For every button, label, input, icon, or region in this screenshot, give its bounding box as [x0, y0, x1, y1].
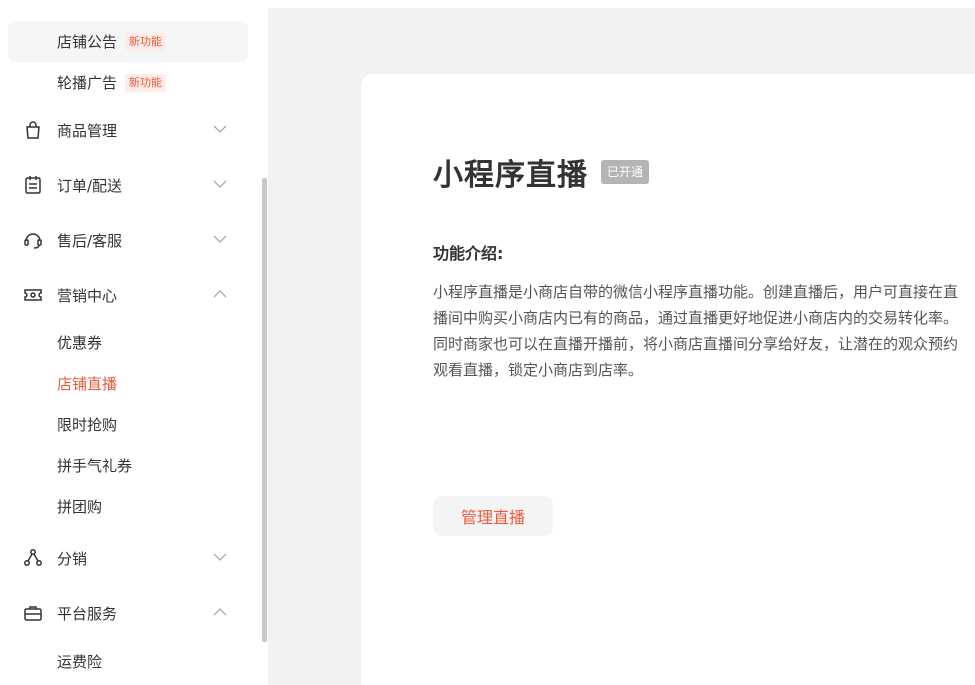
sidebar-item-store-notice[interactable]: 店铺公告 新功能 [8, 21, 248, 62]
intro-heading: 功能介绍: [433, 244, 504, 263]
sidebar-scrollbar[interactable] [262, 178, 267, 642]
sidebar-item-lucky-coupon[interactable]: 拼手气礼券 [8, 445, 248, 486]
shopping-bag-icon [26, 121, 40, 139]
intro-text: 小程序直播是小商店自带的微信小程序直播功能。创建直播后，用户可直接在直播间中购买… [433, 283, 959, 379]
sidebar-group-label: 订单/配送 [57, 176, 123, 195]
sidebar-item-label: 运费险 [57, 653, 103, 671]
sidebar-group-label: 售后/客服 [57, 231, 123, 250]
sidebar-item-label: 轮播广告 [57, 74, 118, 92]
new-feature-badge: 新功能 [125, 32, 167, 51]
ticket-icon [24, 289, 42, 301]
chevron-up-icon [213, 290, 227, 298]
sidebar-group-label: 商品管理 [57, 121, 118, 140]
sidebar-item-label: 拼团购 [57, 498, 103, 516]
share-network-icon [24, 549, 42, 566]
top-strip [268, 0, 975, 8]
sidebar-item-label: 优惠券 [57, 334, 103, 352]
sidebar-group-platform[interactable]: 平台服务 [8, 591, 248, 635]
sidebar-group-label: 营销中心 [57, 286, 118, 305]
briefcase-icon [24, 606, 42, 621]
sidebar: 店铺公告 新功能 轮播广告 新功能 商品管理 订单/配送 售后/客服 营销中心 … [0, 0, 268, 685]
chevron-up-icon [213, 608, 227, 616]
sidebar-item-coupons[interactable]: 优惠券 [8, 322, 248, 363]
sidebar-group-goods[interactable]: 商品管理 [8, 108, 248, 152]
order-list-icon [25, 176, 41, 194]
new-feature-badge: 新功能 [125, 73, 167, 92]
page-title: 小程序直播 [433, 158, 588, 193]
manage-live-button[interactable]: 管理直播 [433, 496, 553, 536]
sidebar-item-label: 拼手气礼券 [57, 457, 133, 475]
sidebar-item-carousel-ads[interactable]: 轮播广告 新功能 [8, 62, 248, 103]
sidebar-group-orders[interactable]: 订单/配送 [8, 163, 248, 207]
sidebar-item-label: 店铺公告 [57, 33, 118, 51]
sidebar-group-label: 平台服务 [57, 604, 118, 623]
sidebar-item-label: 限时抢购 [57, 416, 118, 434]
status-badge: 已开通 [601, 160, 650, 184]
sidebar-item-group-buy[interactable]: 拼团购 [8, 486, 248, 527]
chevron-down-icon [213, 180, 227, 188]
sidebar-item-shipping-insurance[interactable]: 运费险 [8, 641, 248, 682]
sidebar-group-marketing[interactable]: 营销中心 [8, 273, 248, 317]
sidebar-group-aftersale[interactable]: 售后/客服 [8, 218, 248, 262]
chevron-down-icon [213, 235, 227, 243]
chevron-down-icon [213, 553, 227, 561]
sidebar-group-distribution[interactable]: 分销 [8, 536, 248, 580]
headset-icon [24, 233, 42, 249]
sidebar-group-label: 分销 [57, 549, 88, 568]
sidebar-item-store-live[interactable]: 店铺直播 [8, 363, 248, 404]
chevron-down-icon [213, 125, 227, 133]
sidebar-item-label: 店铺直播 [57, 375, 118, 393]
sidebar-item-flash-sale[interactable]: 限时抢购 [8, 404, 248, 445]
